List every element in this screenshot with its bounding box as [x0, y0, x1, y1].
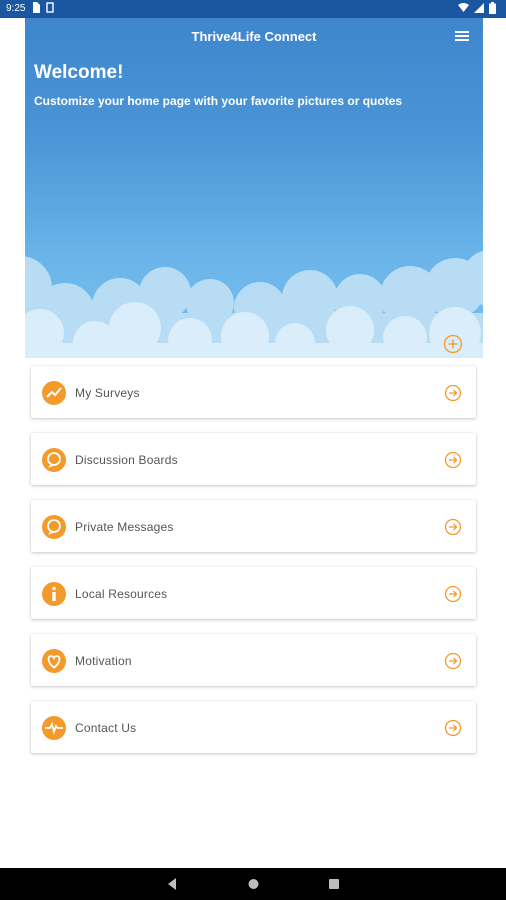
arrow-right-circle-icon[interactable] — [444, 652, 462, 670]
menu-item-private-messages[interactable]: Private Messages — [31, 500, 476, 552]
app-title: Thrive4Life Connect — [191, 29, 317, 44]
menu-item-my-surveys[interactable]: My Surveys — [31, 366, 476, 418]
battery-icon — [489, 2, 496, 14]
menu-item-label: Private Messages — [75, 520, 174, 534]
welcome-banner: Thrive4Life Connect Welcome! Customize y… — [25, 18, 483, 358]
arrow-right-circle-icon[interactable] — [444, 451, 462, 469]
menu-item-label: Contact Us — [75, 721, 137, 735]
heart-icon — [42, 649, 66, 673]
arrow-right-circle-icon[interactable] — [444, 518, 462, 536]
recents-icon[interactable] — [328, 877, 340, 891]
status-bar: 9:25 — [0, 0, 506, 18]
signal-icon — [474, 3, 484, 13]
system-nav-bar — [0, 868, 506, 900]
storage-icon — [46, 2, 54, 13]
back-icon[interactable] — [166, 877, 178, 891]
menu-item-label: Discussion Boards — [75, 453, 178, 467]
menu-item-label: Motivation — [75, 654, 132, 668]
menu-item-label: My Surveys — [75, 386, 140, 400]
sim-card-icon — [33, 2, 40, 13]
message-icon — [42, 515, 66, 539]
menu-list: My Surveys Discussion Boards Private Mes… — [31, 366, 476, 768]
add-photo-button[interactable] — [443, 334, 463, 354]
arrow-right-circle-icon[interactable] — [444, 585, 462, 603]
welcome-heading: Welcome! — [34, 62, 124, 83]
home-icon[interactable] — [247, 877, 260, 891]
welcome-subtitle: Customize your home page with your favor… — [34, 94, 403, 108]
info-icon — [42, 582, 66, 606]
menu-item-local-resources[interactable]: Local Resources — [31, 567, 476, 619]
menu-item-contact-us[interactable]: Contact Us — [31, 701, 476, 753]
hamburger-menu-icon[interactable] — [455, 30, 469, 42]
status-time: 9:25 — [6, 3, 26, 14]
chart-line-icon — [42, 381, 66, 405]
menu-item-discussion-boards[interactable]: Discussion Boards — [31, 433, 476, 485]
menu-item-label: Local Resources — [75, 587, 168, 601]
clouds-background — [25, 250, 483, 358]
arrow-right-circle-icon[interactable] — [444, 719, 462, 737]
heartbeat-icon — [42, 716, 66, 740]
chat-bubble-icon — [42, 448, 66, 472]
wifi-icon — [458, 3, 469, 12]
arrow-right-circle-icon[interactable] — [444, 384, 462, 402]
menu-item-motivation[interactable]: Motivation — [31, 634, 476, 686]
